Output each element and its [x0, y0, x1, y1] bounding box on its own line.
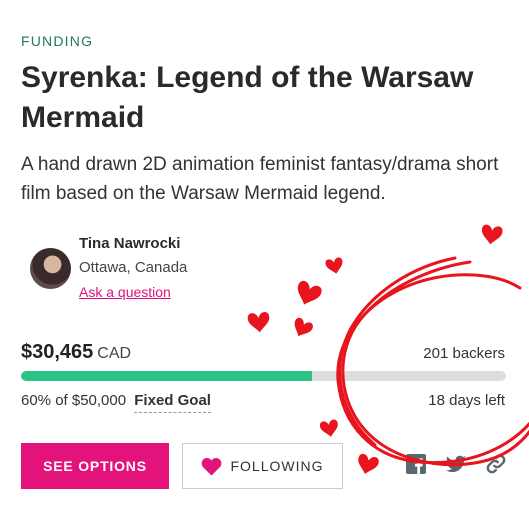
following-button[interactable]: FOLLOWING: [182, 443, 343, 489]
heart-decoration-icon: [319, 418, 340, 439]
see-options-button[interactable]: SEE OPTIONS: [21, 443, 169, 489]
heart-decoration-icon: [354, 452, 380, 477]
twitter-icon[interactable]: [445, 453, 467, 475]
creator-name[interactable]: Tina Nawrocki: [79, 235, 180, 252]
pledged-value: $30,465: [21, 341, 94, 363]
creator-location: Ottawa, Canada: [79, 259, 188, 276]
pledged-amount: $30,465 CAD: [21, 341, 131, 364]
heart-decoration-icon: [247, 311, 271, 334]
project-title: Syrenka: Legend of the Warsaw Mermaid: [21, 61, 474, 134]
days-left: 18 days left: [428, 392, 505, 409]
ask-question-link[interactable]: Ask a question: [79, 284, 171, 300]
heart-decoration-icon: [324, 256, 345, 276]
heart-icon: [201, 457, 222, 476]
pledged-currency: CAD: [97, 345, 132, 362]
funding-progress-fill: [21, 371, 312, 381]
project-blurb: A hand drawn 2D animation feminist fanta…: [21, 154, 499, 204]
fixed-goal-tooltip[interactable]: Fixed Goal: [134, 392, 211, 413]
heart-decoration-icon: [289, 316, 315, 341]
funding-progress-bar: [21, 371, 506, 381]
heart-decoration-icon: [480, 224, 504, 246]
link-icon[interactable]: [485, 453, 507, 475]
heart-decoration-icon: [292, 279, 324, 309]
goal-summary: 60% of $50,000 Fixed Goal: [21, 392, 211, 413]
project-status: FUNDING: [21, 33, 94, 49]
goal-percent-text: 60% of $50,000: [21, 392, 127, 409]
backers-count: 201 backers: [423, 345, 505, 362]
facebook-icon[interactable]: [405, 453, 427, 475]
creator-avatar[interactable]: [30, 248, 71, 289]
following-label: FOLLOWING: [230, 458, 324, 474]
